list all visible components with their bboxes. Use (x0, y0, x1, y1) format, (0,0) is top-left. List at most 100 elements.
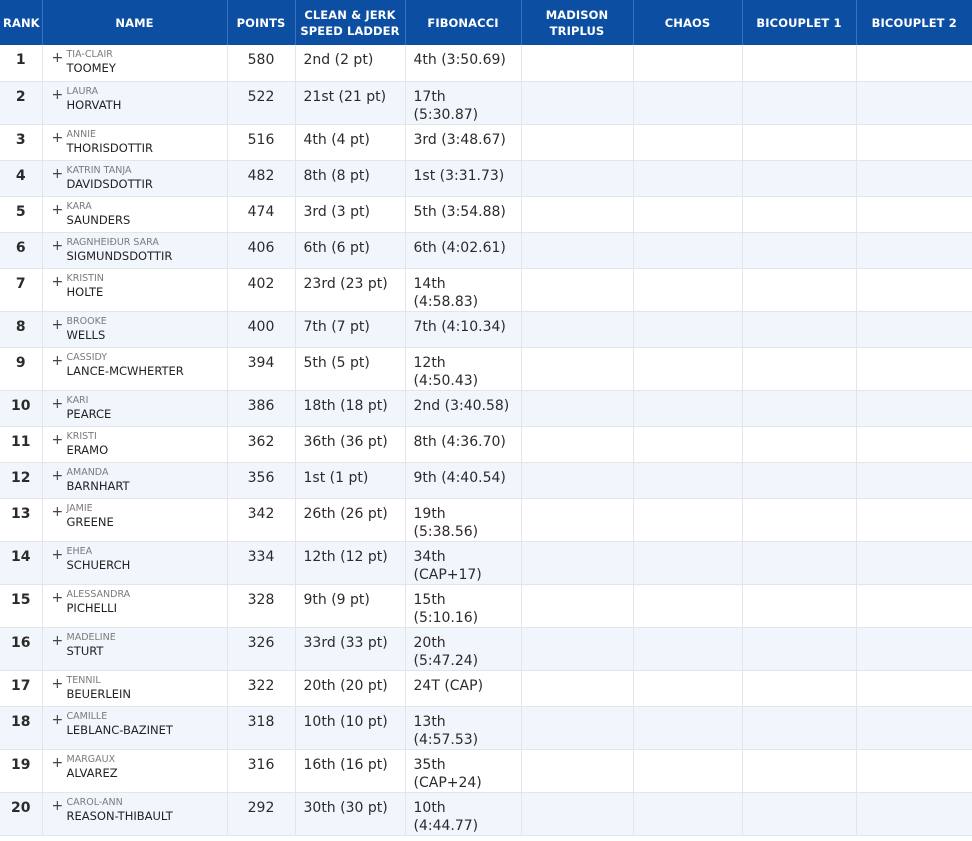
expand-plus-icon[interactable]: + (52, 397, 67, 411)
bicouplet-1-cell (742, 160, 857, 197)
table-row: 5 + KARA SAUNDERS 474 3rd (3 pt) 5th (3:54.88) (0, 196, 972, 233)
madison-triplus-cell (521, 196, 634, 233)
table-row: 15 + ALESSANDRA PICHELLI 328 9th (9 pt) 15th (… (0, 584, 972, 628)
bicouplet-2-cell (856, 232, 972, 269)
clean-jerk-speed-ladder-cell: 21st (21 pt) (295, 81, 406, 125)
expand-plus-icon[interactable]: + (52, 203, 67, 217)
athlete-name[interactable]: CAMILLE LEBLANC-BAZINET (67, 710, 227, 738)
athlete-name[interactable]: KATRIN TANJA DAVIDSDOTTIR (67, 164, 227, 192)
athlete-last-name: WELLS (66, 327, 106, 342)
points-cell: 362 (227, 426, 296, 463)
points-cell: 386 (227, 390, 296, 427)
chaos-cell (633, 584, 743, 628)
bicouplet-1-cell (742, 390, 857, 427)
expand-plus-icon[interactable]: + (52, 713, 67, 727)
expand-plus-icon[interactable]: + (52, 131, 67, 145)
athlete-name[interactable]: CASSIDY LANCE-MCWHERTER (67, 351, 227, 379)
athlete-name[interactable]: RAGNHEIÐUR SARA SIGMUNDSDOTTIR (67, 236, 227, 264)
fibonacci-cell: 12th (4:50.43) (405, 347, 522, 391)
expand-plus-icon[interactable]: + (52, 799, 67, 813)
expand-plus-icon[interactable]: + (52, 275, 67, 289)
expand-plus-icon[interactable]: + (52, 548, 67, 562)
chaos-cell (633, 45, 743, 82)
athlete-name-cell: + KRISTI ERAMO (42, 426, 228, 463)
athlete-last-name: ERAMO (66, 442, 109, 457)
athlete-name[interactable]: KRISTIN HOLTE (67, 272, 227, 300)
expand-plus-icon[interactable]: + (52, 591, 67, 605)
rank-cell: 4 (0, 160, 43, 197)
athlete-name[interactable]: TENNIL BEUERLEIN (67, 674, 227, 702)
rank-cell: 8 (0, 311, 43, 348)
bicouplet-1-cell (742, 706, 857, 750)
athlete-name[interactable]: ANNIE THORISDOTTIR (67, 128, 227, 156)
rank-cell: 5 (0, 196, 43, 233)
expand-plus-icon[interactable]: + (52, 167, 67, 181)
athlete-first-name: KARA (66, 200, 92, 212)
fibonacci-cell: 24T (CAP) (405, 670, 522, 707)
expand-plus-icon[interactable]: + (52, 354, 67, 368)
athlete-name[interactable]: MADELINE STURT (67, 631, 227, 659)
bicouplet-2-cell (856, 268, 972, 312)
chaos-cell (633, 268, 743, 312)
fibonacci-cell: 20th (5:47.24) (405, 627, 522, 671)
athlete-first-name: CAMILLE (66, 710, 108, 722)
points-cell: 406 (227, 232, 296, 269)
athlete-name-cell: + LAURA HORVATH (42, 81, 228, 125)
athlete-name[interactable]: CAROL-ANN REASON-THIBAULT (67, 796, 227, 824)
athlete-name[interactable]: BROOKE WELLS (67, 315, 227, 343)
fibonacci-cell: 15th (5:10.16) (405, 584, 522, 628)
clean-jerk-speed-ladder-cell: 36th (36 pt) (295, 426, 406, 463)
expand-plus-icon[interactable]: + (52, 469, 67, 483)
rank-cell: 19 (0, 749, 43, 793)
athlete-name[interactable]: KARA SAUNDERS (67, 200, 227, 228)
rank-cell: 9 (0, 347, 43, 391)
expand-plus-icon[interactable]: + (52, 756, 67, 770)
athlete-name[interactable]: AMANDA BARNHART (67, 466, 227, 494)
athlete-name[interactable]: LAURA HORVATH (67, 85, 227, 113)
rank-cell: 6 (0, 232, 43, 269)
points-cell: 400 (227, 311, 296, 348)
madison-triplus-cell (521, 81, 634, 125)
col-header-clean-jerk-speed-ladder[interactable]: CLEAN & JERK SPEED LADDER (295, 0, 406, 45)
bicouplet-2-cell (856, 160, 972, 197)
athlete-name[interactable]: KARI PEARCE (67, 394, 227, 422)
rank-cell: 18 (0, 706, 43, 750)
expand-plus-icon[interactable]: + (52, 318, 67, 332)
col-header-bicouplet-2[interactable]: BICOUPLET 2 (856, 0, 972, 45)
col-header-name[interactable]: NAME (42, 0, 228, 45)
expand-plus-icon[interactable]: + (52, 505, 67, 519)
col-header-chaos[interactable]: CHAOS (633, 0, 743, 45)
fibonacci-cell: 4th (3:50.69) (405, 45, 522, 82)
clean-jerk-speed-ladder-cell: 30th (30 pt) (295, 792, 406, 836)
expand-plus-icon[interactable]: + (52, 677, 67, 691)
points-cell: 482 (227, 160, 296, 197)
rank-cell: 10 (0, 390, 43, 427)
athlete-last-name: SIGMUNDSDOTTIR (66, 248, 173, 263)
table-row: 7 + KRISTIN HOLTE 402 23rd (23 pt) 14th (4:58.… (0, 268, 972, 312)
athlete-name[interactable]: TIA-CLAIR TOOMEY (67, 48, 227, 76)
col-header-madison-triplus[interactable]: MADISON TRIPLUS (521, 0, 634, 45)
expand-plus-icon[interactable]: + (52, 51, 67, 65)
header-row: RANK NAME POINTS CLEAN & JERK SPEED LADD… (0, 0, 972, 45)
expand-plus-icon[interactable]: + (52, 239, 67, 253)
col-header-bicouplet-1[interactable]: BICOUPLET 1 (742, 0, 857, 45)
clean-jerk-speed-ladder-cell: 8th (8 pt) (295, 160, 406, 197)
bicouplet-2-cell (856, 706, 972, 750)
chaos-cell (633, 706, 743, 750)
col-header-rank[interactable]: RANK (0, 0, 43, 45)
athlete-name[interactable]: KRISTI ERAMO (67, 430, 227, 458)
athlete-first-name: BROOKE (66, 315, 107, 327)
athlete-name[interactable]: JAMIE GREENE (67, 502, 227, 530)
athlete-name[interactable]: ALESSANDRA PICHELLI (67, 588, 227, 616)
athlete-name[interactable]: MARGAUX ALVAREZ (67, 753, 227, 781)
bicouplet-1-cell (742, 670, 857, 707)
athlete-name[interactable]: EHEA SCHUERCH (67, 545, 227, 573)
col-header-points[interactable]: POINTS (227, 0, 296, 45)
expand-plus-icon[interactable]: + (52, 88, 67, 102)
expand-plus-icon[interactable]: + (52, 634, 67, 648)
chaos-cell (633, 498, 743, 542)
fibonacci-cell: 1st (3:31.73) (405, 160, 522, 197)
expand-plus-icon[interactable]: + (52, 433, 67, 447)
col-header-fibonacci[interactable]: FIBONACCI (405, 0, 522, 45)
athlete-name-cell: + MARGAUX ALVAREZ (42, 749, 228, 793)
